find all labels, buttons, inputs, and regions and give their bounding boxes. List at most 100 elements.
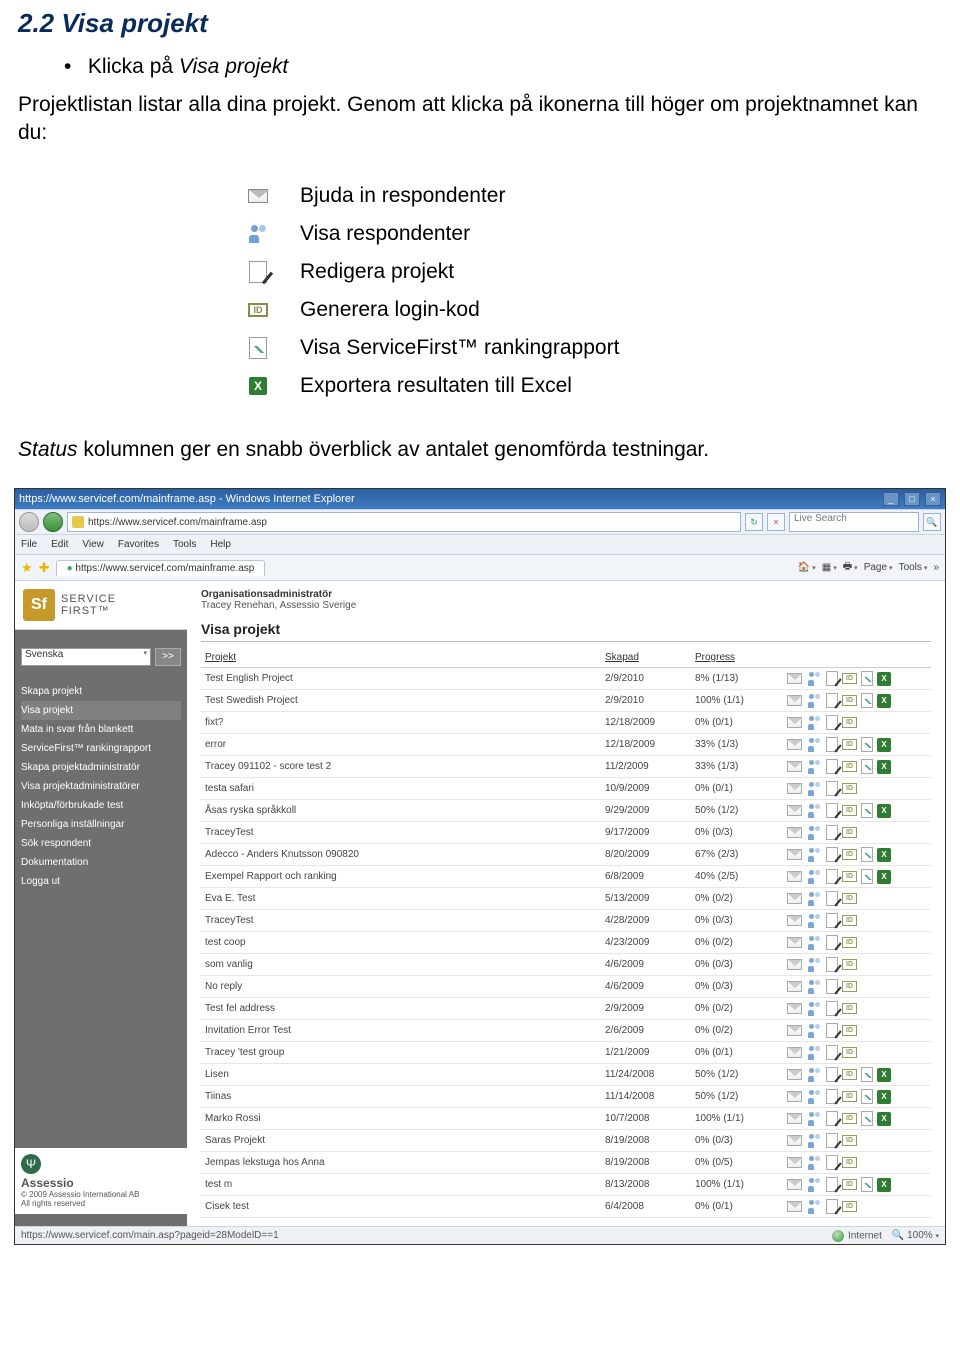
cell-project[interactable]: Test fel address [201,998,601,1020]
id-icon[interactable]: ID [842,739,857,750]
sidebar-item[interactable]: Skapa projektadministratör [21,758,181,777]
cell-project[interactable]: fixt? [201,712,601,734]
language-select[interactable]: Svenska▾ [21,648,151,666]
cell-project[interactable]: test coop [201,932,601,954]
cell-project[interactable]: No reply [201,976,601,998]
chart-icon[interactable] [861,693,873,708]
cell-project[interactable]: Lisen [201,1064,601,1086]
people-icon[interactable] [806,848,822,862]
envelope-icon[interactable] [787,959,802,970]
chart-icon[interactable] [861,869,873,884]
excel-icon[interactable] [877,804,891,818]
sidebar-item[interactable]: Dokumentation [21,853,181,872]
chart-icon[interactable] [861,1089,873,1104]
excel-icon[interactable] [877,738,891,752]
people-icon[interactable] [806,1002,822,1016]
envelope-icon[interactable] [787,1113,802,1124]
excel-icon[interactable] [877,694,891,708]
edit-icon[interactable] [826,1067,838,1082]
envelope-icon[interactable] [787,739,802,750]
print-button[interactable]: 🖶 ▾ [843,559,858,576]
people-icon[interactable] [806,1134,822,1148]
edit-icon[interactable] [826,935,838,950]
people-icon[interactable] [806,1200,822,1214]
envelope-icon[interactable] [787,871,802,882]
cell-project[interactable]: test m [201,1174,601,1196]
id-icon[interactable]: ID [842,673,857,684]
people-icon[interactable] [806,1024,822,1038]
sidebar-item[interactable]: Sök respondent [21,834,181,853]
id-icon[interactable]: ID [842,1003,857,1014]
envelope-icon[interactable] [787,893,802,904]
address-field[interactable]: https://www.servicef.com/mainframe.asp [67,512,741,532]
envelope-icon[interactable] [787,937,802,948]
people-icon[interactable] [806,1068,822,1082]
chevron-more-icon[interactable]: » [933,562,939,573]
id-icon[interactable]: ID [842,761,857,772]
excel-icon[interactable] [877,1090,891,1104]
cell-project[interactable]: TraceyTest [201,910,601,932]
edit-icon[interactable] [826,671,838,686]
cell-project[interactable]: testa safari [201,778,601,800]
edit-icon[interactable] [826,979,838,994]
id-icon[interactable]: ID [842,717,857,728]
chart-icon[interactable] [861,737,873,752]
cell-project[interactable]: Tracey 091102 - score test 2 [201,756,601,778]
id-icon[interactable]: ID [842,805,857,816]
col-projekt[interactable]: Projekt [201,648,601,668]
envelope-icon[interactable] [787,717,802,728]
edit-icon[interactable] [826,1199,838,1214]
sidebar-item[interactable]: Personliga inställningar [21,815,181,834]
edit-icon[interactable] [826,891,838,906]
sidebar-item[interactable]: Logga ut [21,872,181,891]
id-icon[interactable]: ID [842,893,857,904]
add-favorite-icon[interactable]: ✚ [39,560,50,576]
edit-icon[interactable] [826,1155,838,1170]
excel-icon[interactable] [877,1178,891,1192]
people-icon[interactable] [806,1112,822,1126]
envelope-icon[interactable] [787,1069,802,1080]
browser-tab[interactable]: ● https://www.servicef.com/mainframe.asp [56,560,266,576]
edit-icon[interactable] [826,1045,838,1060]
tools-menu[interactable]: Tools ▾ [899,562,928,573]
cell-project[interactable]: Tracey 'test group [201,1042,601,1064]
language-go-button[interactable]: >> [155,648,181,666]
edit-icon[interactable] [826,1177,838,1192]
people-icon[interactable] [806,804,822,818]
chart-icon[interactable] [861,1177,873,1192]
envelope-icon[interactable] [787,695,802,706]
favorites-star-icon[interactable]: ★ [21,560,33,576]
excel-icon[interactable] [877,760,891,774]
people-icon[interactable] [806,1178,822,1192]
id-icon[interactable]: ID [842,1091,857,1102]
sidebar-item[interactable]: Visa projektadministratörer [21,777,181,796]
people-icon[interactable] [806,738,822,752]
envelope-icon[interactable] [787,783,802,794]
people-icon[interactable] [806,782,822,796]
minimize-button[interactable]: _ [883,492,899,506]
envelope-icon[interactable] [787,1201,802,1212]
menu-favorites[interactable]: Favorites [118,539,159,550]
home-button[interactable]: 🏠 ▾ [798,562,816,573]
envelope-icon[interactable] [787,1091,802,1102]
envelope-icon[interactable] [787,761,802,772]
back-button[interactable] [19,512,39,532]
edit-icon[interactable] [826,803,838,818]
feeds-button[interactable]: ▦ ▾ [822,562,837,573]
menu-tools[interactable]: Tools [173,539,196,550]
envelope-icon[interactable] [787,1025,802,1036]
edit-icon[interactable] [826,847,838,862]
chart-icon[interactable] [861,1067,873,1082]
forward-button[interactable] [43,512,63,532]
edit-icon[interactable] [826,1001,838,1016]
edit-icon[interactable] [826,1023,838,1038]
refresh-button[interactable]: ↻ [745,513,763,531]
people-icon[interactable] [806,672,822,686]
edit-icon[interactable] [826,715,838,730]
maximize-button[interactable]: □ [904,492,920,506]
search-go-button[interactable]: 🔍 [923,513,941,531]
cell-project[interactable]: Marko Rossi [201,1108,601,1130]
id-icon[interactable]: ID [842,695,857,706]
excel-icon[interactable] [877,848,891,862]
excel-icon[interactable] [877,870,891,884]
